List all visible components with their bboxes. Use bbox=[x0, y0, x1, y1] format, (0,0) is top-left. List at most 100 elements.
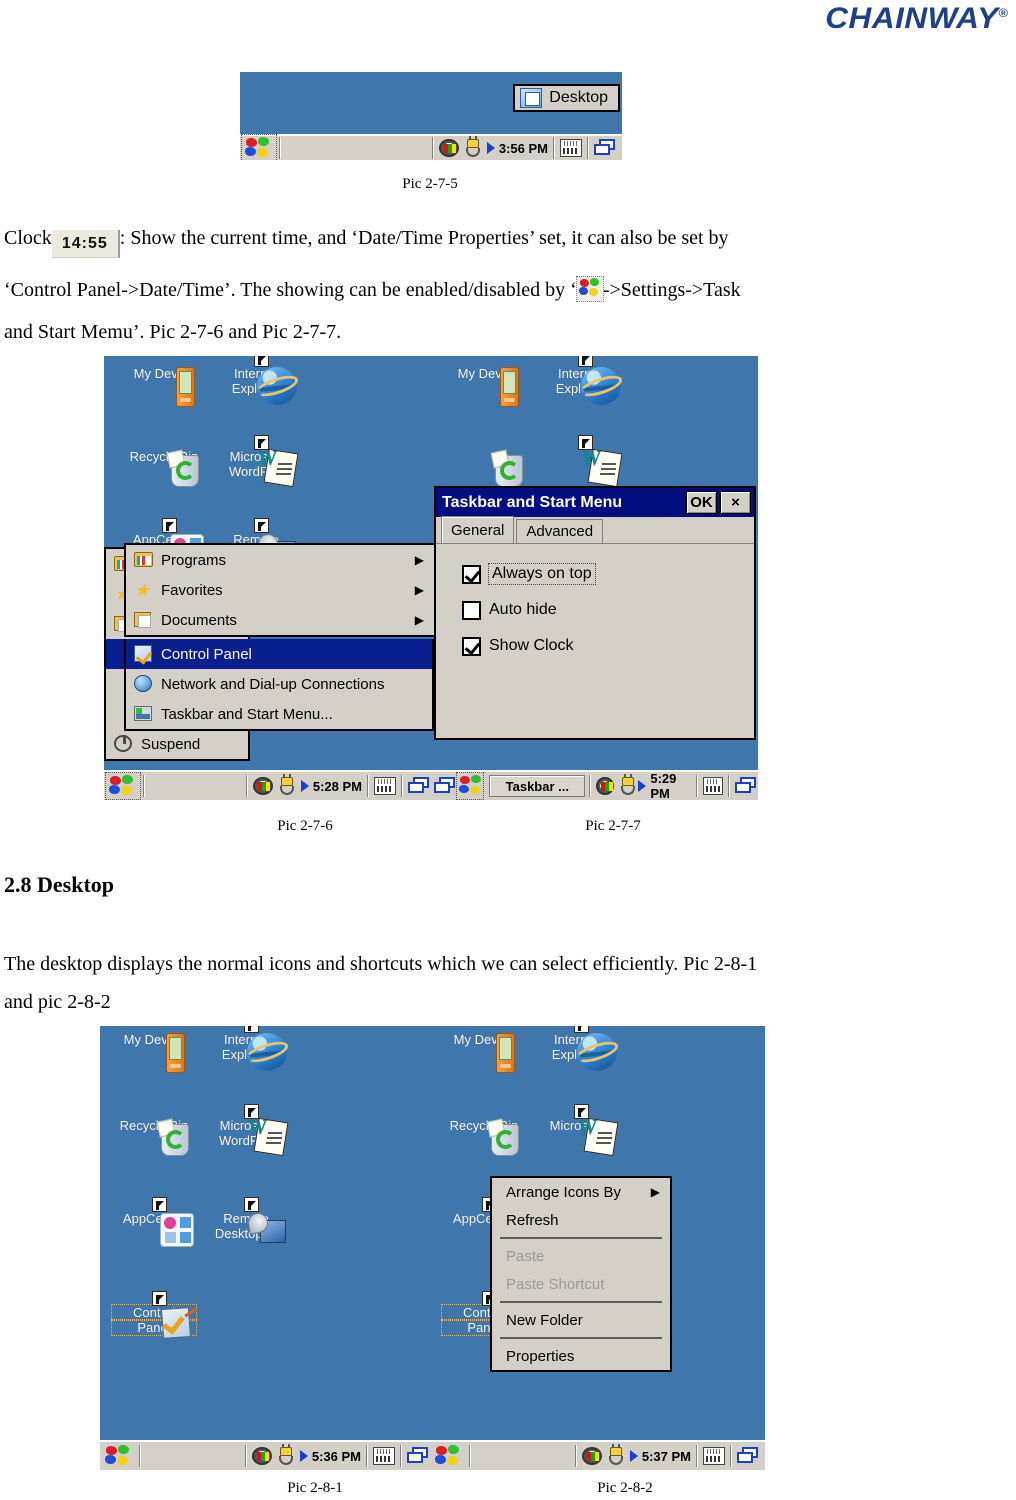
option-show-clock[interactable]: Show Clock bbox=[462, 628, 754, 664]
tray-expand-arrow-icon[interactable] bbox=[486, 142, 495, 154]
network-tray-icon[interactable] bbox=[438, 139, 459, 157]
ok-button[interactable]: OK bbox=[686, 491, 717, 514]
taskbar-divider bbox=[587, 137, 589, 159]
close-button[interactable]: × bbox=[720, 491, 751, 514]
desktop-icon-control-panel[interactable]: Control Panel bbox=[111, 1291, 197, 1339]
power-plug-tray-icon[interactable] bbox=[618, 774, 635, 795]
desktop-icon-remote-desktop[interactable]: Remote Desktop ... bbox=[204, 1197, 288, 1243]
system-tray[interactable]: 5:37 PM bbox=[578, 1444, 695, 1465]
network-tray-icon[interactable] bbox=[251, 1447, 272, 1465]
taskbar[interactable]: 5:36 PM bbox=[100, 1440, 435, 1470]
desktop-icon-internet-explorer[interactable]: Internet Explorer bbox=[204, 1026, 291, 1071]
keyboard-tray-icon[interactable] bbox=[703, 777, 723, 795]
checkbox-show-clock[interactable] bbox=[462, 636, 481, 656]
power-plug-tray-icon[interactable] bbox=[277, 774, 297, 795]
desktop-switch-tray-icon[interactable] bbox=[594, 139, 616, 157]
option-always-on-top[interactable]: Always on top bbox=[462, 556, 754, 592]
settings-item-network-connections[interactable]: Network and Dial-up Connections bbox=[126, 669, 432, 699]
paragraph-control-panel: ‘Control Panel->Date/Time’. The showing … bbox=[4, 268, 864, 312]
taskbar[interactable]: 5:37 PM bbox=[430, 1440, 765, 1470]
taskbar[interactable]: Taskbar ... 5:29 PM bbox=[434, 770, 758, 800]
start-menu-item-suspend[interactable]: Suspend bbox=[106, 729, 248, 759]
taskbar-divider bbox=[730, 1445, 732, 1467]
desktop-icon-my-device[interactable]: My Device bbox=[446, 366, 530, 407]
context-item-new-folder[interactable]: New Folder bbox=[492, 1306, 670, 1334]
taskbar-task-button[interactable]: Taskbar ... bbox=[489, 775, 586, 797]
clock-time[interactable]: 3:56 PM bbox=[499, 141, 548, 156]
desktop-icon-my-device[interactable]: My Device bbox=[112, 1032, 196, 1073]
desktop-icon-wordpad[interactable]: W Microsoft WordPad bbox=[204, 1104, 289, 1157]
keyboard-tray-icon[interactable] bbox=[373, 1447, 395, 1465]
desktop-icon-internet-explorer[interactable]: Internet Explorer bbox=[534, 1026, 621, 1071]
desktop-switch-tray-icon[interactable] bbox=[408, 777, 430, 795]
clock-time[interactable]: 5:36 PM bbox=[312, 1449, 361, 1464]
context-item-refresh[interactable]: Refresh bbox=[492, 1206, 670, 1234]
caption-pic-2-7-6: Pic 2-7-6 bbox=[277, 818, 333, 834]
menu-label: Refresh bbox=[506, 1211, 559, 1229]
taskbar[interactable]: 5:28 PM bbox=[104, 770, 434, 800]
power-plug-tray-icon[interactable] bbox=[276, 1444, 296, 1465]
settings-item-taskbar-start-menu[interactable]: Taskbar and Start Menu... bbox=[126, 699, 432, 729]
desktop-icon-wordpad[interactable]: W Microsoft bbox=[534, 1104, 619, 1157]
taskbar[interactable]: 3:56 PM bbox=[240, 134, 622, 160]
desktop-icon-recycle-bin[interactable]: Recycle Bin bbox=[442, 1118, 526, 1156]
keyboard-tray-icon[interactable] bbox=[560, 139, 582, 157]
network-tray-icon[interactable] bbox=[252, 777, 273, 795]
desktop-icon-wordpad[interactable]: W Microsoft WordPad bbox=[214, 435, 299, 488]
start-button[interactable] bbox=[456, 772, 485, 800]
system-tray[interactable]: 3:56 PM bbox=[435, 136, 552, 157]
desktop-switch-tray-icon[interactable] bbox=[407, 1447, 429, 1465]
settings-submenu[interactable]: Programs ▶ ★ Favorites ▶ Documents ▶ bbox=[124, 543, 434, 637]
network-tray-icon[interactable] bbox=[581, 1447, 602, 1465]
desktop-icon-my-device[interactable]: My Device bbox=[442, 1032, 526, 1073]
desktop-icon-internet-explorer[interactable]: Internet Explorer bbox=[538, 356, 625, 405]
taskbar-start-menu-dialog[interactable]: Taskbar and Start Menu OK × General Adva… bbox=[434, 486, 756, 740]
start-button[interactable] bbox=[102, 1443, 136, 1469]
settings-item-control-panel[interactable]: Control Panel bbox=[126, 639, 432, 669]
desktop-icon-recycle-bin[interactable]: Recycle Bin bbox=[122, 449, 206, 487]
document-header: CHAINWAY® bbox=[0, 0, 1016, 40]
start-button[interactable] bbox=[241, 134, 277, 160]
desktop-switch-tray-icon[interactable] bbox=[734, 777, 756, 795]
desktop-icon-recycle-bin[interactable]: Recycle Bin bbox=[112, 1118, 196, 1156]
desktop-context-menu[interactable]: Arrange Icons By ▶ Refresh Paste Paste S… bbox=[490, 1176, 672, 1372]
desktop-icon-appcenter[interactable]: AppCenter bbox=[112, 1197, 196, 1247]
start-button[interactable] bbox=[432, 1443, 466, 1469]
desktop-icon-internet-explorer[interactable]: Internet Explorer bbox=[214, 356, 301, 405]
network-tray-icon[interactable] bbox=[596, 777, 614, 795]
submenu-item-programs[interactable]: Programs ▶ bbox=[126, 545, 434, 575]
desktop-icon-my-device[interactable]: My Device bbox=[122, 366, 206, 407]
power-plug-tray-icon[interactable] bbox=[463, 136, 483, 157]
tray-expand-arrow-icon[interactable] bbox=[629, 1450, 638, 1462]
system-tray[interactable]: 5:29 PM bbox=[592, 771, 695, 800]
system-tray[interactable]: 5:28 PM bbox=[249, 774, 366, 795]
start-button[interactable] bbox=[105, 772, 141, 800]
checkbox-auto-hide[interactable] bbox=[462, 600, 481, 620]
control-panel-icon bbox=[134, 645, 154, 663]
context-item-arrange-icons-by[interactable]: Arrange Icons By ▶ bbox=[492, 1178, 670, 1206]
clock-time[interactable]: 5:28 PM bbox=[313, 779, 362, 794]
tray-expand-arrow-icon[interactable] bbox=[299, 1450, 308, 1462]
tab-advanced[interactable]: Advanced bbox=[516, 519, 604, 543]
desktop-switch-tray-icon[interactable] bbox=[737, 1447, 759, 1465]
tray-expand-arrow-icon[interactable] bbox=[638, 780, 647, 792]
shortcut-arrow-icon bbox=[254, 356, 269, 367]
submenu-item-documents[interactable]: Documents ▶ bbox=[126, 605, 434, 635]
system-tray[interactable]: 5:36 PM bbox=[248, 1444, 365, 1465]
submenu-item-favorites[interactable]: ★ Favorites ▶ bbox=[126, 575, 434, 605]
clock-time[interactable]: 5:37 PM bbox=[642, 1449, 691, 1464]
power-plug-tray-icon[interactable] bbox=[606, 1444, 626, 1465]
dialog-tabs[interactable]: General Advanced bbox=[436, 516, 754, 544]
keyboard-tray-icon[interactable] bbox=[703, 1447, 725, 1465]
settings-flyout-menu[interactable]: Control Panel Network and Dial-up Connec… bbox=[124, 639, 434, 731]
checkbox-always-on-top[interactable] bbox=[462, 564, 481, 584]
keyboard-tray-icon[interactable] bbox=[374, 777, 396, 795]
context-item-properties[interactable]: Properties bbox=[492, 1342, 670, 1370]
desktop-switch-tray-icon[interactable] bbox=[434, 777, 455, 795]
shortcut-arrow-icon bbox=[578, 435, 593, 450]
tray-expand-arrow-icon[interactable] bbox=[300, 780, 309, 792]
option-auto-hide[interactable]: Auto hide bbox=[462, 592, 754, 628]
desktop-flyout[interactable]: Desktop bbox=[513, 84, 620, 112]
clock-time[interactable]: 5:29 PM bbox=[650, 771, 691, 800]
tab-general[interactable]: General bbox=[441, 516, 515, 543]
